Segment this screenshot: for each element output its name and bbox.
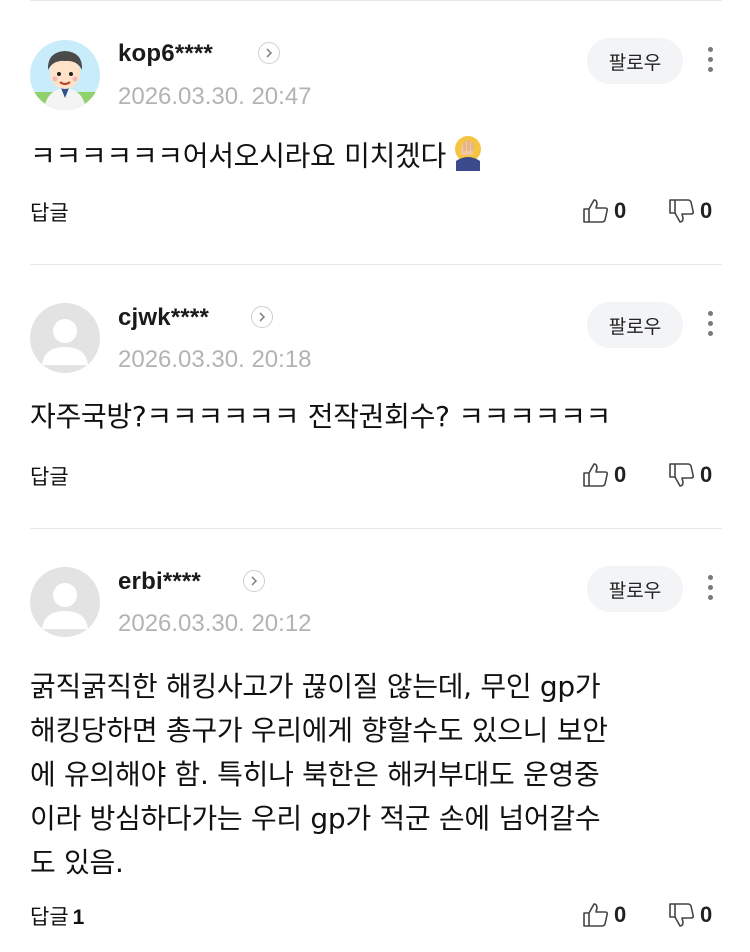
follow-button[interactable]: 팔로우: [587, 38, 683, 84]
dislike-button[interactable]: 0: [668, 198, 712, 224]
default-user-avatar: [30, 303, 100, 373]
reply-label: 답글: [30, 201, 69, 225]
avatar[interactable]: [30, 40, 100, 110]
reply-label: 답글: [30, 465, 69, 489]
comment-text: 자주국방?ㅋㅋㅋㅋㅋㅋ 전작권회수? ㅋㅋㅋㅋㅋㅋ: [30, 400, 611, 433]
dislike-button[interactable]: 0: [668, 462, 712, 488]
chevron-right-icon[interactable]: [243, 570, 265, 592]
comment-text-line: 해킹당하면 총구가 우리에게 향할수도 있으니 보안: [30, 714, 608, 747]
top-divider: [30, 0, 722, 1]
reply-label: 답글: [30, 905, 69, 929]
comment-text-line: 에 유의해야 함. 특히나 북한은 해커부대도 운영중: [30, 758, 600, 791]
like-button[interactable]: 0: [582, 902, 626, 928]
reply-button[interactable]: 답글: [30, 461, 73, 491]
dislike-button[interactable]: 0: [668, 902, 712, 928]
comment-divider: [30, 264, 722, 265]
chevron-right-icon[interactable]: [258, 42, 280, 64]
more-options-icon[interactable]: [700, 303, 720, 343]
like-count: 0: [614, 902, 627, 927]
like-count: 0: [614, 198, 627, 223]
username[interactable]: erbi****: [118, 568, 201, 596]
username[interactable]: kop6****: [118, 40, 213, 68]
reply-button[interactable]: 답글 1: [30, 901, 84, 931]
comment-divider: [30, 528, 722, 529]
dislike-count: 0: [700, 198, 713, 223]
dislike-count: 0: [700, 902, 713, 927]
comment-text-content: ㅋㅋㅋㅋㅋㅋ어서오시라요 미치겠다: [30, 139, 446, 173]
comment-text-line: 도 있음.: [30, 846, 124, 879]
thumbs-down-icon: [669, 903, 695, 927]
dislike-count: 0: [700, 462, 713, 487]
reply-button[interactable]: 답글: [30, 197, 73, 227]
avatar[interactable]: [30, 303, 100, 373]
comment-text: ㅋㅋㅋㅋㅋㅋ어서오시라요 미치겠다: [30, 131, 710, 184]
like-button[interactable]: 0: [582, 462, 626, 488]
cartoon-boy-avatar: [30, 40, 100, 110]
thumbs-up-icon: [583, 903, 609, 927]
comment-date: 2026.03.30. 20:18: [118, 346, 312, 373]
like-count: 0: [614, 462, 627, 487]
comment-text-line: 굵직굵직한 해킹사고가 끊이질 않는데, 무인 gp가: [30, 670, 601, 703]
thumbs-up-icon: [583, 463, 609, 487]
more-options-icon[interactable]: [700, 39, 720, 79]
username[interactable]: cjwk****: [118, 304, 209, 332]
default-user-avatar: [30, 567, 100, 637]
comment-text: 굵직굵직한 해킹사고가 끊이질 않는데, 무인 gp가 해킹당하면 총구가 우리…: [30, 665, 710, 885]
comment-date: 2026.03.30. 20:12: [118, 610, 312, 637]
comment-date: 2026.03.30. 20:47: [118, 83, 312, 110]
like-button[interactable]: 0: [582, 198, 626, 224]
follow-button[interactable]: 팔로우: [587, 566, 683, 612]
thumbs-down-icon: [669, 463, 695, 487]
thumbs-down-icon: [669, 199, 695, 223]
face-palm-emoji: [448, 131, 488, 184]
comment-text-line: 이라 방심하다가는 우리 gp가 적군 손에 넘어갈수: [30, 802, 601, 835]
avatar[interactable]: [30, 567, 100, 637]
more-options-icon[interactable]: [700, 567, 720, 607]
chevron-right-icon[interactable]: [251, 306, 273, 328]
follow-button[interactable]: 팔로우: [587, 302, 683, 348]
reply-count: 1: [72, 906, 85, 929]
thumbs-up-icon: [583, 199, 609, 223]
